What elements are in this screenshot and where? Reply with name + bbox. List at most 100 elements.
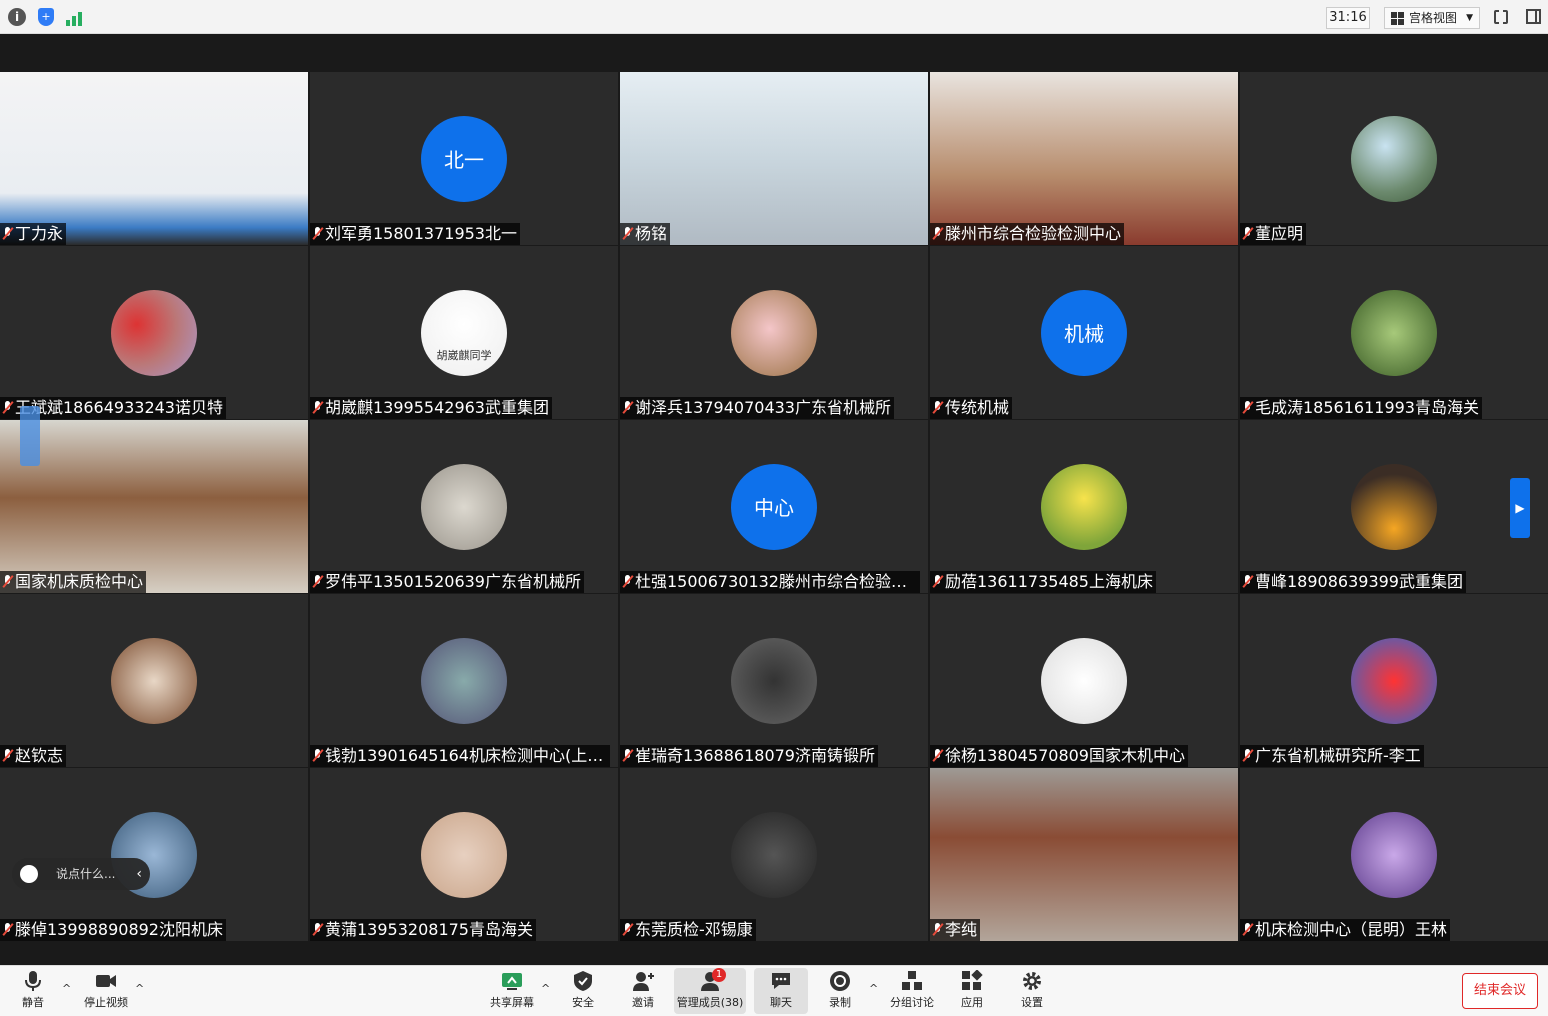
participant-name-label: 刘军勇15801371953北一 [310,223,520,245]
avatar-caption: 胡崴麒同学 [436,348,492,362]
manage-members-button[interactable]: 1 管理成员(38) [674,968,746,1014]
participant-tile[interactable]: 滕倬13998890892沈阳机床 [0,768,308,941]
chat-button[interactable]: 聊天 [754,968,808,1014]
members-badge: 1 [712,968,726,982]
participant-tile[interactable]: 滕州市综合检验检测中心 [930,72,1238,245]
participant-tile[interactable]: 北一刘军勇15801371953北一 [310,72,618,245]
participant-avatar [731,637,817,724]
participant-name-label: 谢泽兵13794070433广东省机械所 [620,397,894,419]
microphone-muted-icon [1242,575,1252,588]
participant-tile[interactable]: 丁力永 [0,72,308,245]
breakout-button[interactable]: 分组讨论 [888,968,936,1014]
participant-avatar [1041,637,1127,724]
microphone-muted-icon [312,923,322,936]
participant-name: 滕倬13998890892沈阳机床 [15,920,223,939]
microphone-icon [25,971,41,991]
participant-avatar [421,811,507,898]
participant-name: 广东省机械研究所-李工 [1255,746,1421,765]
apps-button[interactable]: 应用 [958,968,986,1014]
participant-tile[interactable]: 王斌斌18664933243诺贝特 [0,246,308,419]
participant-tile[interactable]: 赵钦志 [0,594,308,767]
participant-tile[interactable]: 毛成涛18561611993青岛海关 [1240,246,1548,419]
settings-button[interactable]: 设置 [1018,968,1046,1014]
stop-video-button[interactable]: 停止视频 [80,968,132,1014]
participant-name-label: 李纯 [930,919,981,941]
end-meeting-button[interactable]: 结束会议 [1462,973,1538,1009]
invite-button[interactable]: 邀请 [626,968,660,1014]
participant-tile[interactable]: 黄蒲13953208175青岛海关 [310,768,618,941]
shield-icon[interactable]: + [38,8,54,26]
participant-tile[interactable]: 钱勃13901645164机床检测中心(上海) [310,594,618,767]
participant-name: 滕州市综合检验检测中心 [945,224,1122,243]
prev-page-button[interactable] [20,406,40,466]
fullscreen-icon[interactable] [1494,9,1508,25]
participant-tile[interactable]: 广东省机械研究所-李工 [1240,594,1548,767]
participant-avatar [1351,811,1437,898]
participant-tile[interactable]: 谢泽兵13794070433广东省机械所 [620,246,928,419]
participant-avatar [111,289,197,376]
participant-tile[interactable]: 机械 传统机械 [930,246,1238,419]
participant-name-label: 传统机械 [930,397,1013,419]
participant-name-label: 赵钦志 [0,745,67,767]
participant-avatar: 胡崴麒同学 [421,289,507,376]
microphone-muted-icon [622,575,632,588]
participant-tile[interactable]: 国家机床质检中心 [0,420,308,593]
participant-name-label: 毛成涛18561611993青岛海关 [1240,397,1482,419]
grid-view-icon [1391,12,1404,25]
audio-options-chevron-icon[interactable]: ^ [62,982,71,995]
participant-tile[interactable]: 励蓓13611735485上海机床 [930,420,1238,593]
microphone-muted-icon [622,227,632,240]
participant-tile[interactable]: 东莞质检-邓锡康 [620,768,928,941]
participant-tile[interactable]: 曹峰18908639399武重集团 [1240,420,1548,593]
share-options-chevron-icon[interactable]: ^ [541,982,550,995]
participant-name-label: 滕倬13998890892沈阳机床 [0,919,226,941]
participant-tile[interactable]: 机床检测中心（昆明）王林 [1240,768,1548,941]
participant-tile[interactable]: 崔瑞奇13688618079济南铸锻所 [620,594,928,767]
participant-name-label: 罗伟平13501520639广东省机械所 [310,571,584,593]
participant-tile[interactable]: 罗伟平13501520639广东省机械所 [310,420,618,593]
microphone-muted-icon [1242,401,1252,414]
mute-button[interactable]: 静音 [14,968,52,1014]
participant-name: 王斌斌18664933243诺贝特 [15,398,223,417]
microphone-muted-icon [312,575,322,588]
participant-avatar [1041,463,1127,550]
video-feed [0,420,308,593]
microphone-muted-icon [312,227,322,240]
video-options-chevron-icon[interactable]: ^ [135,982,144,995]
collapse-chevron-icon[interactable]: ‹ [136,858,142,890]
participant-name: 东莞质检-邓锡康 [635,920,753,939]
record-button[interactable]: 录制 [826,968,854,1014]
view-mode-button[interactable]: 宫格视图 ▼ [1384,7,1480,29]
participant-name: 传统机械 [945,398,1010,417]
quick-chat-bubble[interactable]: 说点什么... ‹ [12,858,150,890]
side-panel-icon[interactable] [1526,9,1541,24]
video-camera-icon [96,975,116,987]
participant-tile[interactable]: 中心 杜强15006730132滕州市综合检验检测... [620,420,928,593]
apps-icon [962,970,983,990]
participant-tile[interactable]: 胡崴麒同学 胡崴麒13995542963武重集团 [310,246,618,419]
participant-tile[interactable]: 杨铭 [620,72,928,245]
participant-tile[interactable]: 董应明 [1240,72,1548,245]
participant-avatar: 北一 [421,115,507,202]
participant-tile[interactable]: 李纯 [930,768,1238,941]
participant-name-label: 曹峰18908639399武重集团 [1240,571,1466,593]
stop-video-label: 停止视频 [84,996,128,1009]
security-button[interactable]: 安全 [566,968,600,1014]
participant-name-label: 徐杨13804570809国家木机中心 [930,745,1188,767]
chevron-down-icon: ▼ [1466,13,1473,23]
participant-name: 谢泽兵13794070433广东省机械所 [635,398,891,417]
meeting-toolbar: 静音 ^ 停止视频 ^ 共享屏幕 ^ 安全 邀请 1 管理成员(38) 聊天 录… [0,965,1548,1016]
microphone-muted-icon [2,749,12,762]
next-page-button[interactable]: ▶ [1510,478,1530,538]
chat-label: 聊天 [770,996,792,1009]
share-screen-button[interactable]: 共享屏幕 [486,968,538,1014]
video-feed [0,72,308,245]
record-options-chevron-icon[interactable]: ^ [869,982,878,995]
emoji-icon[interactable] [20,865,38,883]
info-icon[interactable]: i [8,8,26,26]
mute-label: 静音 [22,996,44,1009]
participant-name: 杜强15006730132滕州市综合检验检测... [635,572,920,591]
signal-icon[interactable] [66,8,84,26]
participant-tile[interactable]: 徐杨13804570809国家木机中心 [930,594,1238,767]
microphone-muted-icon [312,401,322,414]
